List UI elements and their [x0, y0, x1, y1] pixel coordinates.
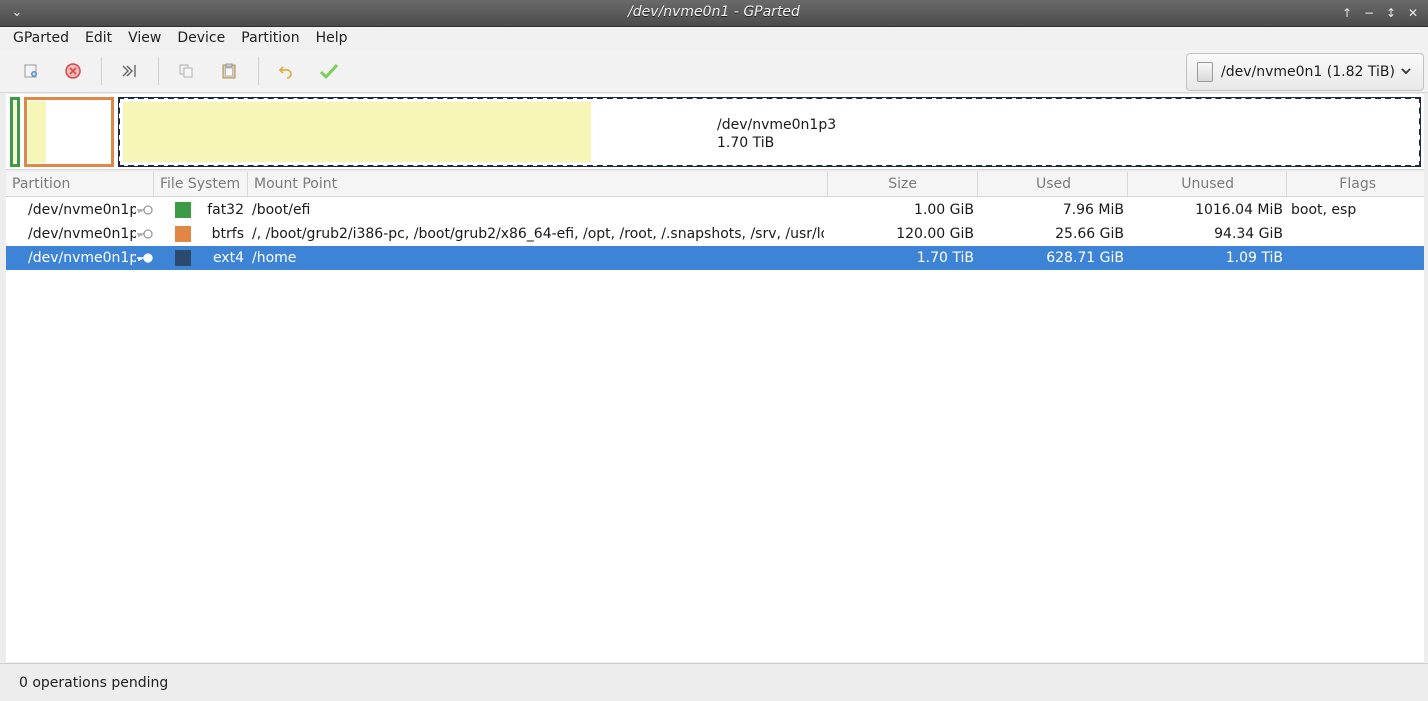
close-icon[interactable]: ✕: [1406, 4, 1420, 22]
window-controls: ↑ − ↕ ✕: [1340, 4, 1420, 22]
undo-button[interactable]: [272, 57, 300, 85]
cell-filesystem: fat32: [207, 202, 244, 218]
toolbar: /dev/nvme0n1 (1.82 TiB): [0, 49, 1428, 93]
column-header-used[interactable]: Used: [978, 172, 1128, 197]
cell-used: 628.71 GiB: [1046, 250, 1124, 266]
cell-filesystem: ext4: [212, 250, 244, 266]
toolbar-separator: [258, 57, 259, 85]
resize-move-button[interactable]: [115, 57, 143, 85]
minimize-icon[interactable]: −: [1362, 4, 1376, 22]
filesystem-color-swatch: [175, 250, 191, 266]
cell-unused: 1.09 TiB: [1225, 250, 1283, 266]
key-icon: [137, 205, 153, 215]
apply-button[interactable]: [315, 57, 343, 85]
cell-partition: /dev/nvme0n1p3: [28, 250, 136, 266]
column-header-flags[interactable]: Flags: [1287, 172, 1424, 197]
chevron-down-icon: [1401, 68, 1411, 75]
cell-used: 25.66 GiB: [1055, 226, 1124, 242]
menu-device[interactable]: Device: [169, 27, 233, 49]
cell-size: 1.00 GiB: [914, 202, 974, 218]
menu-bar: GParted Edit View Device Partition Help: [0, 27, 1428, 49]
menu-help[interactable]: Help: [308, 27, 356, 49]
cell-used: 7.96 MiB: [1062, 202, 1124, 218]
column-header-filesystem[interactable]: File System: [154, 172, 248, 197]
checkmark-icon: [319, 63, 339, 79]
delete-icon: [65, 63, 81, 79]
new-partition-button[interactable]: [17, 57, 45, 85]
cell-filesystem: btrfs: [211, 226, 244, 242]
map-partition-label: /dev/nvme0n1p3 1.70 TiB: [717, 116, 836, 152]
column-header-unused[interactable]: Unused: [1128, 172, 1287, 197]
device-selector[interactable]: /dev/nvme0n1 (1.82 TiB): [1186, 53, 1424, 91]
key-icon: [137, 253, 153, 263]
cell-size: 120.00 GiB: [896, 226, 974, 242]
cell-flags: [1291, 222, 1421, 246]
menu-gparted[interactable]: GParted: [5, 27, 77, 49]
map-partition-nvme0n1p1[interactable]: [10, 97, 20, 167]
toolbar-separator: [101, 57, 102, 85]
map-partition-nvme0n1p3[interactable]: /dev/nvme0n1p3 1.70 TiB: [118, 97, 1421, 167]
map-partition-name: /dev/nvme0n1p3: [717, 117, 837, 133]
cell-mountpoint: /home: [252, 250, 297, 266]
filesystem-color-swatch: [175, 226, 191, 242]
table-row-selected[interactable]: /dev/nvme0n1p3 ext4 /home 1.70 TiB 628.7…: [6, 246, 1424, 270]
column-header-partition[interactable]: Partition: [6, 172, 154, 197]
cell-partition: /dev/nvme0n1p2: [28, 226, 136, 242]
cell-flags: [1291, 246, 1421, 270]
cell-mountpoint: /boot/efi: [252, 202, 311, 218]
cell-unused: 1016.04 MiB: [1195, 202, 1283, 218]
cell-mountpoint: /, /boot/grub2/i386-pc, /boot/grub2/x86_…: [252, 226, 824, 242]
toolbar-separator: [158, 57, 159, 85]
copy-button[interactable]: [172, 57, 200, 85]
table-row[interactable]: /dev/nvme0n1p2 btrfs /, /boot/grub2/i386…: [6, 222, 1424, 246]
used-space-bar: [123, 102, 591, 162]
pin-icon[interactable]: ↑: [1340, 4, 1354, 22]
key-icon: [137, 229, 153, 239]
harddisk-icon: [1197, 62, 1213, 82]
table-row[interactable]: /dev/nvme0n1p1 fat32 /boot/efi 1.00 GiB …: [6, 198, 1424, 222]
column-header-size[interactable]: Size: [828, 172, 978, 197]
used-space-bar: [28, 101, 46, 163]
menu-view[interactable]: View: [120, 27, 169, 49]
status-text: 0 operations pending: [19, 675, 169, 691]
table-header: Partition File System Mount Point Size U…: [6, 172, 1424, 197]
title-bar: ⌄ /dev/nvme0n1 - GParted ↑ − ↕ ✕: [0, 0, 1428, 27]
delete-partition-button[interactable]: [59, 57, 87, 85]
map-partition-size: 1.70 TiB: [717, 135, 775, 151]
filesystem-color-swatch: [175, 202, 191, 218]
partition-table: Partition File System Mount Point Size U…: [6, 172, 1424, 662]
paste-button[interactable]: [215, 57, 243, 85]
partition-map: /dev/nvme0n1p3 1.70 TiB: [6, 94, 1424, 170]
menu-edit[interactable]: Edit: [77, 27, 120, 49]
gparted-window: ⌄ /dev/nvme0n1 - GParted ↑ − ↕ ✕ GParted…: [0, 0, 1428, 701]
resize-move-icon: [122, 65, 136, 77]
new-partition-icon: [24, 64, 37, 78]
menu-partition[interactable]: Partition: [233, 27, 307, 49]
map-partition-nvme0n1p2[interactable]: [24, 97, 114, 167]
status-bar: 0 operations pending: [0, 663, 1428, 701]
window-title: /dev/nvme0n1 - GParted: [628, 4, 800, 20]
copy-icon: [179, 64, 193, 78]
cell-partition: /dev/nvme0n1p1: [28, 202, 136, 218]
cell-unused: 94.34 GiB: [1214, 226, 1283, 242]
cell-flags: boot, esp: [1291, 202, 1357, 218]
device-label: /dev/nvme0n1 (1.82 TiB): [1221, 64, 1395, 80]
used-space-bar: [14, 101, 16, 163]
maximize-icon[interactable]: ↕: [1384, 4, 1398, 22]
cell-size: 1.70 TiB: [916, 250, 974, 266]
undo-icon: [278, 66, 292, 79]
column-header-mountpoint[interactable]: Mount Point: [248, 172, 828, 197]
paste-icon: [222, 63, 236, 79]
